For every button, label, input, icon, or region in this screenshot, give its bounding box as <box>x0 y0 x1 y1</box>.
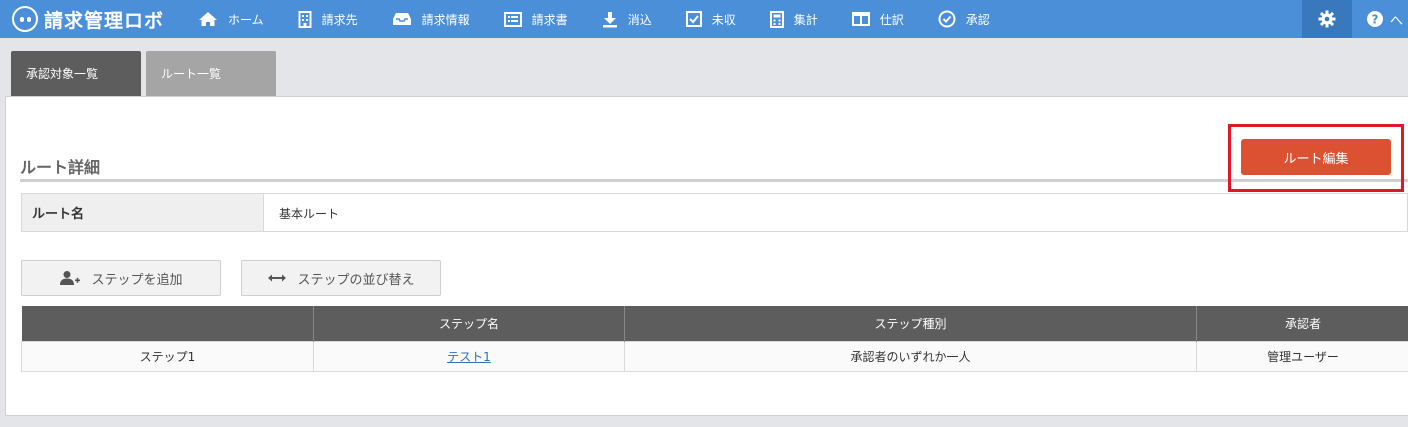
nav-label: ホーム <box>228 12 264 27</box>
tab-approval-targets[interactable]: 承認対象一覧 <box>11 51 141 96</box>
robot-logo-icon <box>12 6 38 32</box>
nav-label: 集計 <box>793 12 818 27</box>
steps-table: ステップ名 ステップ種別 承認者 ステップ1 テスト1 承認者のいずれか一人 管… <box>21 306 1408 372</box>
column-header <box>21 306 314 341</box>
route-name-value: 基本ルート <box>279 207 340 221</box>
add-step-button[interactable]: ステップを追加 <box>21 260 221 296</box>
nav-item-billing-info[interactable]: 請求情報 <box>392 0 470 38</box>
nav-item-billing-target[interactable]: 請求先 <box>298 0 358 38</box>
nav-label: 請求書 <box>531 12 568 27</box>
step-name-cell: テスト1 <box>313 340 625 372</box>
nav-label: 請求情報 <box>421 12 470 27</box>
nav-item-summary[interactable]: 集計 <box>769 0 818 38</box>
route-name-label: ルート名 <box>22 194 264 231</box>
calculator-icon <box>769 10 784 28</box>
add-step-label: ステップを追加 <box>91 272 183 288</box>
step-name-link[interactable]: テスト1 <box>447 350 491 364</box>
section-title: ルート詳細 <box>20 158 101 177</box>
nav-item-journal[interactable]: 仕訳 <box>851 0 904 38</box>
section-divider <box>20 179 1408 182</box>
nav-item-approval[interactable]: 承認 <box>938 0 990 38</box>
tab-route-list[interactable]: ルート一覧 <box>146 51 276 96</box>
settings-button[interactable] <box>1302 0 1352 38</box>
building-icon <box>298 10 312 28</box>
step-type-cell: 承認者のいずれか一人 <box>624 340 1197 372</box>
table-row: ステップ1 テスト1 承認者のいずれか一人 管理ユーザー <box>21 340 1408 372</box>
table-header-row: ステップ名 ステップ種別 承認者 <box>21 306 1408 341</box>
nav-label: 承認 <box>965 12 990 27</box>
home-icon <box>199 12 217 26</box>
approver-cell: 管理ユーザー <box>1196 340 1408 372</box>
column-header-step-name: ステップ名 <box>313 306 625 341</box>
help-label: へ <box>1390 13 1404 29</box>
edit-route-button[interactable]: ルート編集 <box>1241 139 1391 175</box>
check-circle-icon <box>938 10 956 28</box>
nav-label: 消込 <box>627 12 652 27</box>
svg-text:?: ? <box>1372 13 1379 27</box>
help-menu[interactable]: ? へ <box>1366 0 1403 38</box>
column-header-approver: 承認者 <box>1196 306 1408 341</box>
gear-icon <box>1318 10 1336 28</box>
nav-item-home[interactable]: ホーム <box>198 0 264 38</box>
tray-icon <box>392 13 411 25</box>
nav-item-invoice[interactable]: 請求書 <box>503 0 568 38</box>
top-nav-bar: 請求管理ロボ ホーム 請求先 請求情報 請求書 消込 未収 集計 仕訳 承認 ?… <box>0 0 1408 38</box>
sort-steps-button[interactable]: ステップの並び替え <box>241 260 441 296</box>
help-icon: ? <box>1367 11 1383 27</box>
checkbox-icon <box>685 11 702 27</box>
column-header-step-type: ステップ種別 <box>624 306 1197 341</box>
route-name-row: ルート名 基本ルート <box>21 193 1408 232</box>
nav-label: 未収 <box>711 12 736 27</box>
nav-label: 請求先 <box>321 12 358 27</box>
logo-text: 請求管理ロボ <box>44 9 165 32</box>
invoice-list-icon <box>503 11 522 27</box>
step-number-cell: ステップ1 <box>21 340 314 372</box>
nav-item-reconcile[interactable]: 消込 <box>602 0 652 38</box>
add-user-icon <box>60 271 81 285</box>
horizontal-arrows-icon <box>268 274 287 282</box>
columns-icon <box>851 12 870 26</box>
main-nav: ホーム 請求先 請求情報 請求書 消込 未収 集計 仕訳 承認 <box>198 0 1024 38</box>
download-icon <box>602 11 617 27</box>
sort-steps-label: ステップの並び替え <box>297 272 415 288</box>
app-logo[interactable]: 請求管理ロボ <box>12 5 164 33</box>
nav-label: 仕訳 <box>879 12 904 27</box>
nav-item-unpaid[interactable]: 未収 <box>685 0 736 38</box>
